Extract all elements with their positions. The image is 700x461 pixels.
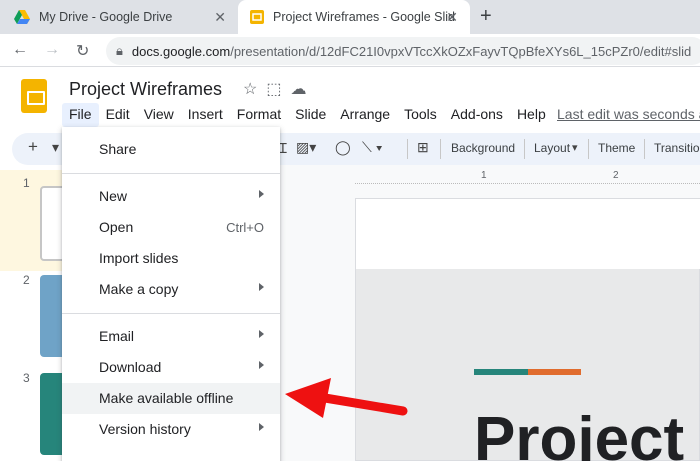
submenu-arrow-icon <box>259 423 264 431</box>
red-callout-arrow-icon <box>285 378 408 418</box>
cloud-status-icon[interactable]: ☁ <box>290 81 315 98</box>
menu-item-label: New <box>99 188 128 204</box>
theme-button[interactable]: Theme <box>598 141 635 155</box>
line-icon[interactable]: ⟍ ▾ <box>362 139 383 156</box>
keyboard-shortcut: Ctrl+O <box>226 220 264 235</box>
menu-divider <box>62 173 280 174</box>
ruler-mark: 2 <box>613 170 619 181</box>
slide-number: 1 <box>23 176 30 190</box>
slide-filmstrip: 1 2 3 <box>0 165 70 461</box>
menu-item-new[interactable]: New <box>62 181 280 212</box>
slide-title-text[interactable]: Project <box>474 404 684 461</box>
screenshot-root: My Drive - Google Drive ✕ Project Wirefr… <box>0 0 700 461</box>
menu-item-share[interactable]: Share <box>62 134 280 165</box>
menu-item-label: Make a copy <box>99 281 179 297</box>
slide-number: 2 <box>23 273 30 287</box>
menu-add-ons[interactable]: Add-ons <box>444 103 510 127</box>
tab-my-drive[interactable]: My Drive - Google Drive ✕ <box>0 0 238 34</box>
ruler-mark: 1 <box>481 170 487 181</box>
transition-button[interactable]: Transition <box>654 141 700 155</box>
add-comment-icon[interactable]: ⊞ <box>417 139 429 156</box>
menu-edit[interactable]: Edit <box>99 103 137 127</box>
reload-icon[interactable]: ↻ <box>76 41 89 61</box>
google-drive-icon <box>14 10 30 24</box>
menu-item-label: Version history <box>99 421 191 437</box>
menu-bar: File Edit View Insert Format Slide Arran… <box>62 103 553 127</box>
submenu-arrow-icon <box>259 283 264 291</box>
menu-item-make-available-offline[interactable]: Make available offline <box>62 383 280 414</box>
url-path: /presentation/d/12dFC21I0vpxVTccXkOZxFay… <box>230 43 692 59</box>
tab-project-wireframes[interactable]: Project Wireframes - Google Slid ✕ <box>238 0 470 34</box>
menu-tools[interactable]: Tools <box>397 103 444 127</box>
toolbar-divider <box>588 139 589 159</box>
menu-arrange[interactable]: Arrange <box>333 103 397 127</box>
slides-header: Project Wireframes ☆⬚☁ File Edit View In… <box>0 67 700 133</box>
address-bar[interactable]: 🔒︎ docs.google.com/presentation/d/12dFC2… <box>106 37 700 65</box>
back-arrow-icon[interactable]: ← <box>12 41 28 59</box>
menu-file[interactable]: File <box>62 103 99 127</box>
tab-title: My Drive - Google Drive <box>39 10 173 24</box>
menu-item-label: Email <box>99 328 135 344</box>
close-icon[interactable]: ✕ <box>214 9 226 26</box>
menu-slide[interactable]: Slide <box>288 103 333 127</box>
menu-divider <box>62 313 280 314</box>
last-edit-link[interactable]: Last edit was seconds ago <box>557 106 700 122</box>
google-slides-icon <box>250 10 264 24</box>
title-actions: ☆⬚☁ <box>243 79 315 99</box>
submenu-arrow-icon <box>259 190 264 198</box>
menu-item-open[interactable]: Open Ctrl+O <box>62 212 280 243</box>
new-tab-plus-icon[interactable]: + <box>480 5 492 28</box>
tab-title: Project Wireframes - Google Slid <box>273 10 456 24</box>
menu-format[interactable]: Format <box>230 103 288 127</box>
menu-item-email[interactable]: Email <box>62 321 280 352</box>
menu-item-label: Make available offline <box>99 390 234 406</box>
browser-toolbar: ← → ↻ 🔒︎ docs.google.com/presentation/d/… <box>0 34 700 67</box>
slide-header-band <box>356 199 700 269</box>
menu-item-version-history[interactable]: Version history <box>62 414 280 445</box>
file-menu-dropdown: Share New Open Ctrl+O Import slides Make… <box>62 127 280 461</box>
google-slides-logo-icon[interactable] <box>21 79 47 113</box>
menu-item-label: Open <box>99 219 134 235</box>
accent-bar-teal <box>474 369 528 375</box>
menu-insert[interactable]: Insert <box>181 103 230 127</box>
browser-tabstrip: My Drive - Google Drive ✕ Project Wirefr… <box>0 0 700 34</box>
new-slide-plus-icon[interactable]: + <box>28 137 38 157</box>
forward-arrow-icon[interactable]: → <box>44 41 60 59</box>
star-icon[interactable]: ☆ <box>243 81 266 98</box>
menu-item-label: Share <box>99 141 137 157</box>
toolbar-divider <box>644 139 645 159</box>
lock-icon: 🔒︎ <box>116 43 123 58</box>
slide-number: 3 <box>23 371 30 385</box>
menu-item-import-slides[interactable]: Import slides <box>62 243 280 274</box>
move-folder-icon[interactable]: ⬚ <box>266 81 290 98</box>
layout-button[interactable]: Layout <box>534 141 570 155</box>
menu-item-label: Download <box>99 359 162 375</box>
menu-item-make-a-copy[interactable]: Make a copy <box>62 274 280 305</box>
menu-help[interactable]: Help <box>510 103 553 127</box>
horizontal-ruler: 1 2 <box>355 170 700 184</box>
shape-icon[interactable]: ◯ <box>335 139 351 156</box>
toolbar-divider <box>407 139 408 159</box>
accent-bar-orange <box>528 369 581 375</box>
chevron-down-icon[interactable]: ▾ <box>572 141 578 154</box>
chevron-down-icon[interactable]: ▾ <box>52 139 59 156</box>
submenu-arrow-icon <box>259 330 264 338</box>
background-button[interactable]: Background <box>451 141 515 155</box>
toolbar-divider <box>524 139 525 159</box>
text-cursor-icon[interactable]: Ɪ <box>279 139 287 158</box>
submenu-arrow-icon <box>259 361 264 369</box>
menu-item-label: Import slides <box>99 250 179 266</box>
url-host: docs.google.com <box>131 43 231 59</box>
toolbar-divider <box>440 139 441 159</box>
document-title[interactable]: Project Wireframes <box>69 79 222 100</box>
menu-view[interactable]: View <box>137 103 181 127</box>
close-icon[interactable]: ✕ <box>446 9 458 26</box>
image-icon[interactable]: ▨▾ <box>296 139 316 156</box>
menu-item-download[interactable]: Download <box>62 352 280 383</box>
